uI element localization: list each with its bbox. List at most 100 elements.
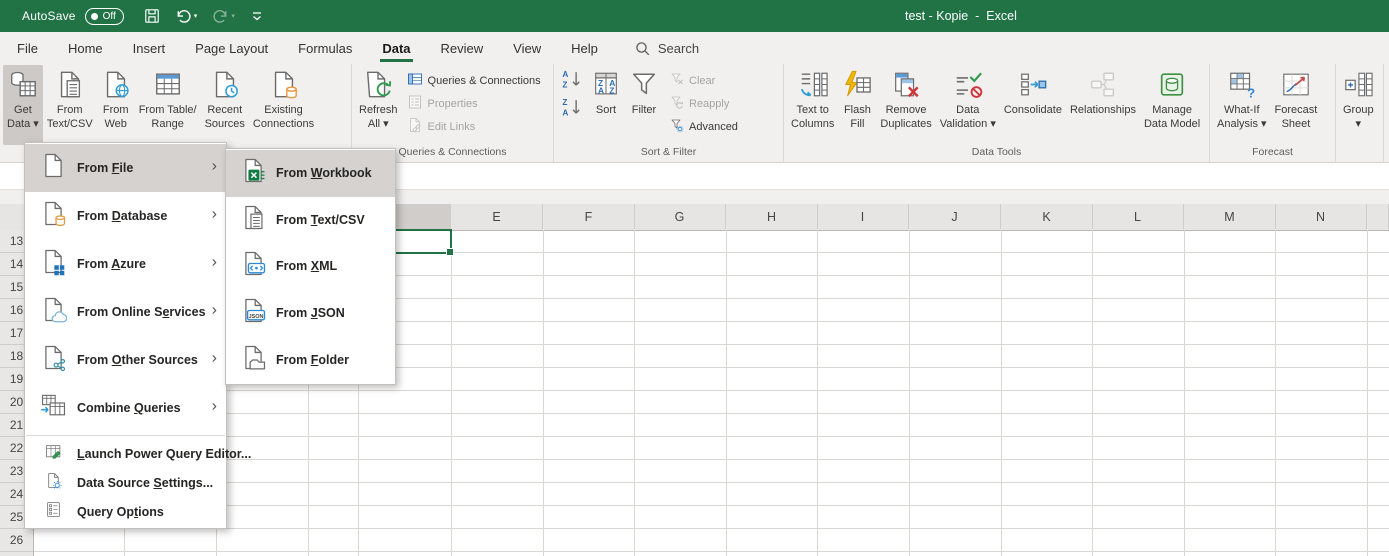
tab-file[interactable]: File <box>2 32 53 64</box>
menu-item-combine-queries[interactable]: Combine Queries › <box>25 384 226 432</box>
svg-text:?: ? <box>1247 85 1255 99</box>
autosave-toggle[interactable]: Off <box>84 7 124 25</box>
column-header-k[interactable]: K <box>1001 204 1093 229</box>
row-header-27[interactable]: 27 <box>0 552 33 556</box>
menu-item-from-workbook[interactable]: From Workbook <box>226 150 395 197</box>
menu-item-label: From Text/CSV <box>276 212 365 227</box>
column-header-n[interactable]: N <box>1275 204 1367 229</box>
recent-sources-button[interactable]: Recent Sources <box>201 65 249 145</box>
menu-item-from-azure[interactable]: From Azure › <box>25 240 226 288</box>
clear-button[interactable]: Clear <box>663 69 743 92</box>
text-to-columns-button[interactable]: Text to Columns <box>787 65 838 145</box>
from-web-button[interactable]: From Web <box>97 65 135 145</box>
consolidate-button[interactable]: Consolidate <box>1000 65 1066 145</box>
menu-item-query-options[interactable]: Query Options <box>25 498 226 527</box>
clear16-icon <box>668 71 684 90</box>
menu-item-from-folder[interactable]: From Folder <box>226 336 395 383</box>
menu-item-from-database[interactable]: From Database › <box>25 192 226 240</box>
sort-label: Sort <box>595 104 617 116</box>
s-xml-icon <box>240 249 267 283</box>
advanced-button[interactable]: Advanced <box>663 115 743 138</box>
svg-text:A: A <box>562 70 568 79</box>
from-table-range-button[interactable]: From Table/Range <box>135 65 201 145</box>
what-if-analysis-button[interactable]: ? What-If Analysis ▾ <box>1213 65 1271 145</box>
za16-icon: ZA <box>561 96 583 123</box>
menu-item-data-source-settings[interactable]: Data Source Settings... <box>25 468 226 497</box>
fcast32-icon <box>1281 69 1311 105</box>
toggle-knob-icon <box>90 12 98 20</box>
menu-item-from-file[interactable]: From File › <box>25 144 226 192</box>
menu-item-from-text-csv[interactable]: From Text/CSV <box>226 197 395 244</box>
chevron-right-icon: › <box>211 349 217 367</box>
manage-data-model-label: Manage Data Model <box>1143 104 1201 130</box>
tab-review[interactable]: Review <box>426 32 499 64</box>
tab-view[interactable]: View <box>498 32 556 64</box>
fill-handle[interactable] <box>446 248 454 256</box>
column-header-e[interactable]: E <box>451 204 543 229</box>
filter-button[interactable]: Filter <box>625 65 663 145</box>
tab-formulas[interactable]: Formulas <box>283 32 367 64</box>
save-button[interactable] <box>144 8 160 24</box>
row-header-26[interactable]: 26 <box>0 529 33 552</box>
edit-links-button[interactable]: Edit Links <box>402 115 546 138</box>
menu-item-from-xml[interactable]: From XML <box>226 243 395 290</box>
properties-button[interactable]: Properties <box>402 92 546 115</box>
column-header-j[interactable]: J <box>909 204 1001 229</box>
autosave-label: AutoSave <box>22 9 76 23</box>
flash-fill-button[interactable]: Flash Fill <box>838 65 876 145</box>
tab-help[interactable]: Help <box>556 32 613 64</box>
column-header-i[interactable]: I <box>817 204 909 229</box>
sort-ascending-button[interactable]: AZ <box>559 70 585 93</box>
tab-data[interactable]: Data <box>367 32 425 64</box>
flash32-icon <box>842 69 872 105</box>
existing-connections-button[interactable]: Existing Connections <box>249 65 318 145</box>
reapply-button[interactable]: Reapply <box>663 92 743 115</box>
data-validation-button[interactable]: Data Validation ▾ <box>936 65 1000 145</box>
get-data-label: Get Data ▾ <box>7 104 39 130</box>
gridline-vertical <box>1092 230 1093 556</box>
sort-descending-button[interactable]: ZA <box>559 98 585 121</box>
menu-item-from-online-services[interactable]: From Online Services › <box>25 288 226 336</box>
get-data-button[interactable]: Get Data ▾ <box>3 65 43 145</box>
existconn-icon <box>269 69 299 105</box>
s-json-icon: JSON <box>240 296 267 330</box>
edit-links-label: Edit Links <box>427 120 476 133</box>
mdm32-icon <box>1157 69 1187 105</box>
m-qo-icon <box>45 501 62 523</box>
group-button[interactable]: Group ▾ <box>1339 65 1378 145</box>
menu-item-launch-power-query-editor[interactable]: Launch Power Query Editor... <box>25 439 251 468</box>
queries-connections-button[interactable]: Queries & Connections <box>402 69 546 92</box>
remove-duplicates-button[interactable]: Remove Duplicates <box>876 65 935 145</box>
mdm32-iconbox <box>1157 69 1187 104</box>
column-header[interactable] <box>1367 204 1389 229</box>
save-icon <box>144 9 159 23</box>
manage-data-model-button[interactable]: Manage Data Model <box>1140 65 1204 145</box>
get-data-menu: From File › From Database › From Azure › From … <box>24 142 251 529</box>
cons32-iconbox <box>1018 69 1048 104</box>
column-header-h[interactable]: H <box>726 204 818 229</box>
from-text-csv-button[interactable]: From Text/CSV <box>43 65 97 145</box>
undo-button[interactable]: ▾ <box>175 8 197 25</box>
redo-button[interactable]: ▾ <box>212 8 235 25</box>
relationships-button[interactable]: Relationships <box>1066 65 1140 145</box>
tab-home[interactable]: Home <box>53 32 118 64</box>
column-header-f[interactable]: F <box>543 204 635 229</box>
column-header-m[interactable]: M <box>1184 204 1276 229</box>
m-online-icon <box>40 295 67 329</box>
sort-button[interactable]: Z A A Z Sort <box>587 65 625 145</box>
ribbon-group-sort-filter: A Z Z A Z A A Z Sort Filter Clear Reapply Advanced So… <box>554 64 784 162</box>
column-header-g[interactable]: G <box>634 204 726 229</box>
menu-item-from-other-sources[interactable]: From Other Sources › <box>25 336 226 384</box>
forecast-sheet-label: Forecast Sheet <box>1274 104 1318 130</box>
search-box[interactable]: Search <box>635 32 699 64</box>
menu-item-label: Launch Power Query Editor... <box>77 446 252 461</box>
forecast-sheet-button[interactable]: Forecast Sheet <box>1271 65 1322 145</box>
customize-toolbar-button[interactable] <box>250 9 264 23</box>
group-label <box>1336 145 1383 162</box>
refresh-all-button[interactable]: Refresh All ▾ <box>355 65 402 145</box>
menu-item-from-json[interactable]: JSON From JSON <box>226 290 395 337</box>
ribbon-group-data-tools: Text to Columns Flash Fill Remove Duplicates D… <box>784 64 1210 162</box>
column-header-l[interactable]: L <box>1092 204 1184 229</box>
tab-insert[interactable]: Insert <box>118 32 181 64</box>
tab-page-layout[interactable]: Page Layout <box>180 32 283 64</box>
